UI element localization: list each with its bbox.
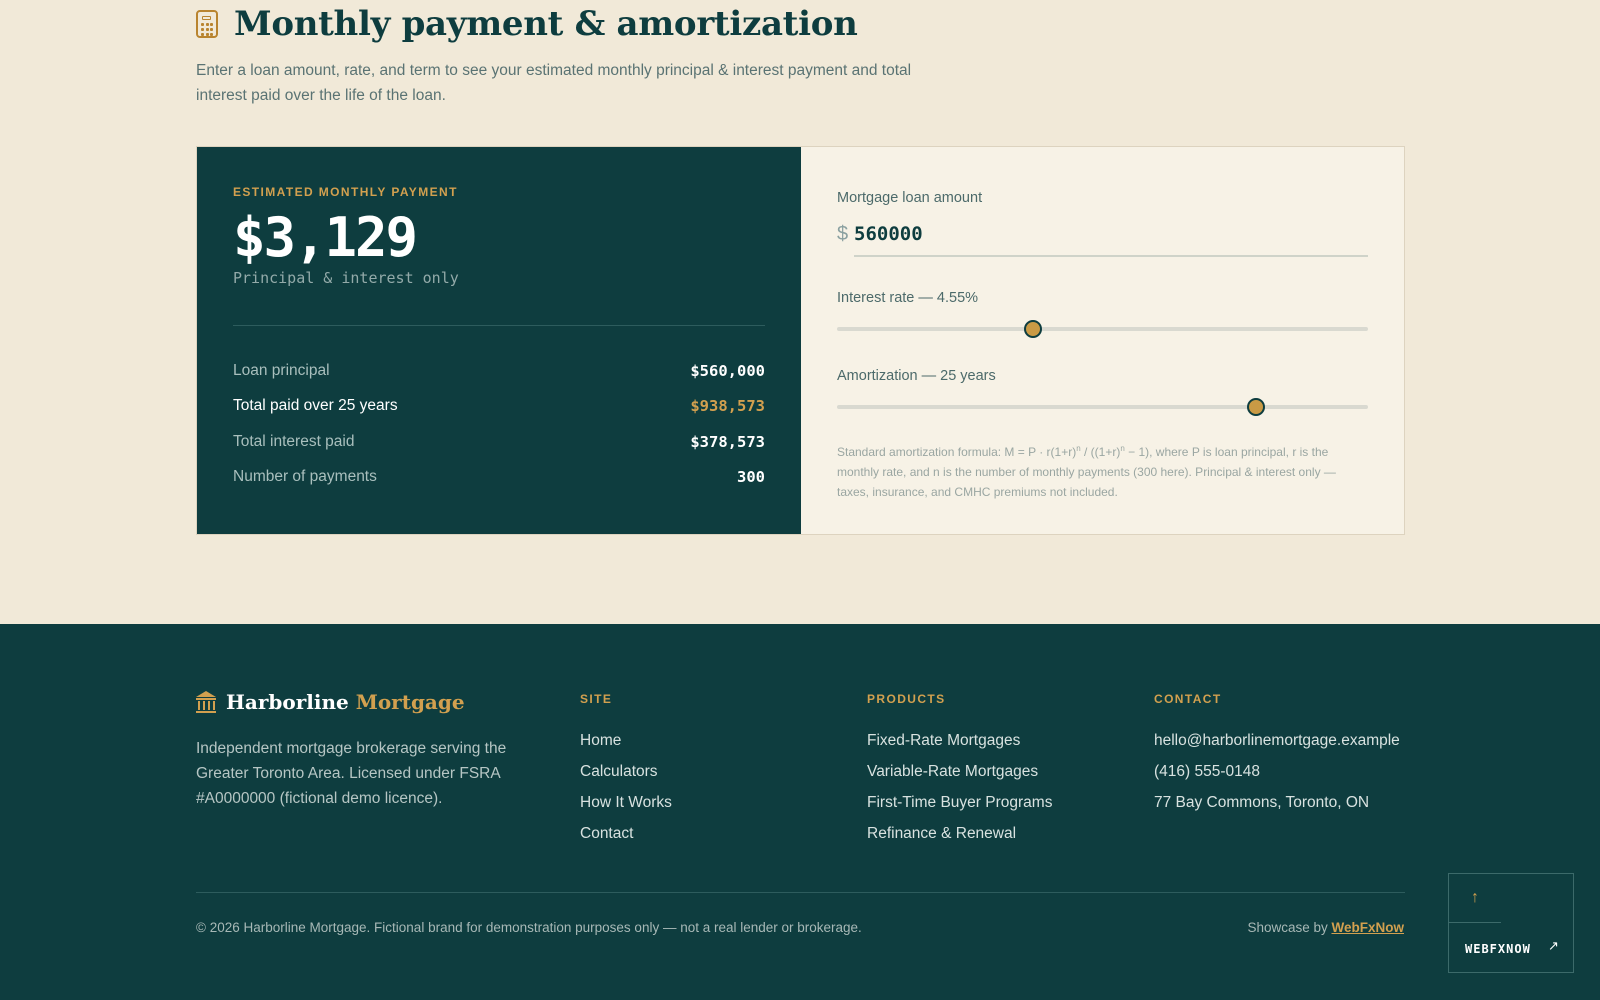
row-label: Total paid over 25 years [233,397,398,415]
footer-products-column: PRODUCTS Fixed-Rate Mortgages Variable-R… [867,690,1052,849]
footer-link-fixed-rate[interactable]: Fixed-Rate Mortgages [867,725,1052,756]
footer-brand[interactable]: Harborline Mortgage [196,690,465,714]
row-value: $560,000 [690,361,765,380]
site-footer: Harborline Mortgage Independent mortgage… [0,624,1600,1000]
slider-track[interactable] [837,405,1368,409]
row-value: $378,573 [690,432,765,451]
products-heading: PRODUCTS [867,692,946,706]
loan-amount-label: Mortgage loan amount [837,190,983,206]
arrow-up-icon[interactable]: ↑ [1449,874,1501,923]
inputs-panel: Mortgage loan amount $ Interest rate — 4… [801,147,1404,534]
payment-note: Principal & interest only [233,269,459,287]
row-value: 300 [737,468,765,487]
contact-address: 77 Bay Commons, Toronto, ON [1154,794,1370,811]
results-divider [233,325,765,326]
amortization-field: Amortization — 25 years [837,367,1368,419]
interest-rate-label: Interest rate — 4.55% [837,290,979,306]
footer-link-first-time-buyer[interactable]: First-Time Buyer Programs [867,787,1052,818]
interest-rate-slider-thumb[interactable] [1023,320,1042,338]
footer-contact-column: CONTACT hello@harborlinemortgage.example… [1154,690,1400,818]
formula-note: Standard amortization formula: M = P · r… [837,444,1336,499]
footer-divider [196,892,1405,893]
amortization-slider[interactable] [837,395,1368,419]
interest-rate-slider[interactable] [837,317,1368,341]
footer-link-contact[interactable]: Contact [580,818,672,849]
bank-icon [196,691,216,713]
contact-phone[interactable]: (416) 555-0148 [1154,756,1400,787]
estimated-payment-label: ESTIMATED MONTHLY PAYMENT [233,185,458,199]
results-panel: ESTIMATED MONTHLY PAYMENT $3,129 Princip… [197,147,801,534]
footer-link-home[interactable]: Home [580,725,672,756]
result-row-total-paid: Total paid over 25 years $938,573 [233,389,765,425]
copyright-text: © 2026 Harborline Mortgage. Fictional br… [196,920,862,935]
page: Monthly payment & amortization Enter a l… [0,0,1600,1000]
slider-track[interactable] [837,327,1368,331]
page-title: Monthly payment & amortization [234,4,858,44]
arrow-up-right-icon: ↗ [1548,938,1559,953]
contact-email[interactable]: hello@harborlinemortgage.example [1154,725,1400,756]
row-label: Total interest paid [233,432,355,450]
calculator-icon [196,10,218,38]
page-header: Monthly payment & amortization [196,4,858,44]
page-subtitle: Enter a loan amount, rate, and term to s… [196,62,912,104]
footer-site-column: SITE Home Calculators How It Works Conta… [580,690,672,849]
amortization-label: Amortization — 25 years [837,368,996,384]
result-row-principal: Loan principal $560,000 [233,353,765,389]
row-label: Number of payments [233,468,377,486]
result-row-total-interest: Total interest paid $378,573 [233,424,765,460]
results-rows: Loan principal $560,000 Total paid over … [233,353,765,495]
loan-amount-row: $ [837,223,1368,257]
footer-link-calculators[interactable]: Calculators [580,756,672,787]
footer-link-variable-rate[interactable]: Variable-Rate Mortgages [867,756,1052,787]
brand-name: Harborline Mortgage [226,690,465,714]
row-value: $938,573 [690,397,765,416]
loan-amount-input[interactable] [854,223,1368,257]
calculator-card: ESTIMATED MONTHLY PAYMENT $3,129 Princip… [196,146,1405,535]
result-row-payment-count: Number of payments 300 [233,460,765,496]
site-heading: SITE [580,692,613,706]
contact-heading: CONTACT [1154,692,1222,706]
row-label: Loan principal [233,361,330,379]
footer-link-how-it-works[interactable]: How It Works [580,787,672,818]
currency-symbol: $ [837,223,849,245]
monthly-payment-value: $3,129 [233,206,418,269]
webfxnow-widget[interactable]: ↑ WEBFXNOW ↗ [1448,873,1574,973]
brand-description: Independent mortgage brokerage serving t… [196,740,507,807]
interest-rate-field: Interest rate — 4.55% [837,289,1368,341]
showcase-credit: Showcase by WebFxNow [1247,920,1404,935]
footer-link-refinance[interactable]: Refinance & Renewal [867,818,1052,849]
widget-label[interactable]: WEBFXNOW [1465,942,1531,956]
showcase-link[interactable]: WebFxNow [1331,920,1404,935]
amortization-slider-thumb[interactable] [1246,398,1265,416]
